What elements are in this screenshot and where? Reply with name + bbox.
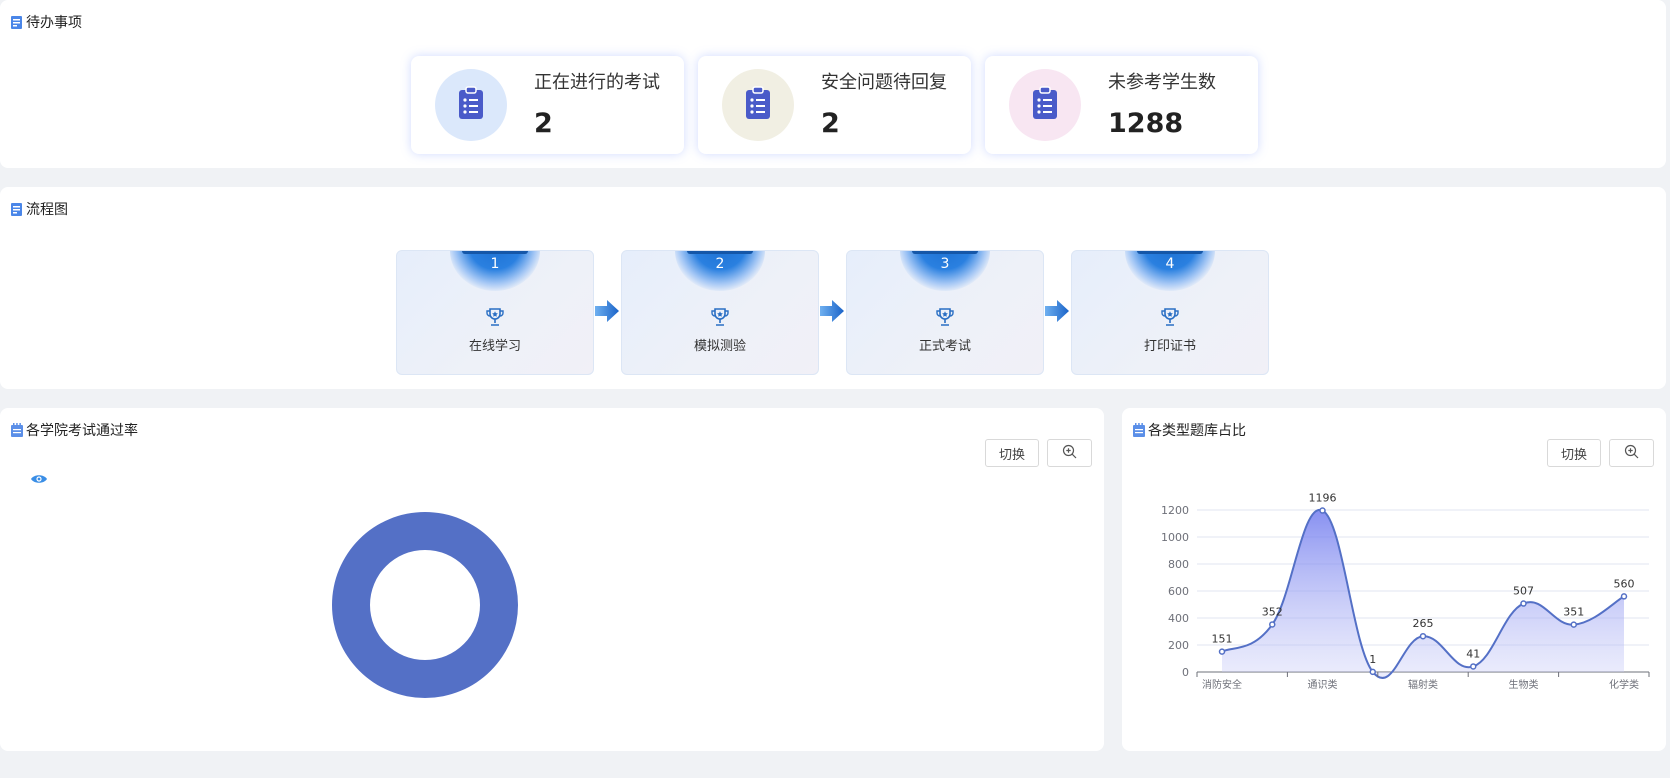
bank-ratio-section-title: 各类型题库占比 (1132, 420, 1246, 440)
x-tick-label: 消防安全 (1202, 678, 1242, 691)
arrow-right-icon (1045, 300, 1069, 326)
data-point[interactable] (1269, 621, 1276, 628)
clipboard-icon (745, 86, 771, 124)
flow-step-4[interactable]: 4 打印证书 (1071, 250, 1269, 375)
data-label: 351 (1563, 606, 1584, 619)
step-tab (1137, 251, 1203, 254)
notepad-icon (10, 422, 24, 438)
trophy-icon (710, 307, 730, 331)
y-tick-label: 600 (1168, 585, 1189, 598)
data-label: 507 (1513, 585, 1534, 598)
pass-rate-donut-chart (332, 512, 518, 698)
bank-ratio-panel: 各类型题库占比 切换 0 200 400 600 800 1000 1200 151 352 11… (1122, 408, 1666, 751)
bank-ratio-title: 各类型题库占比 (1148, 423, 1246, 439)
y-tick-label: 1200 (1161, 504, 1189, 517)
flow-step-2[interactable]: 2 模拟测验 (621, 250, 819, 375)
todo-card-label: 安全问题待回复 (821, 72, 947, 93)
todo-card-safety-replies[interactable]: 安全问题待回复 2 (698, 56, 971, 154)
todo-title: 待办事项 (26, 15, 82, 31)
todo-card-ongoing-exams[interactable]: 正在进行的考试 2 (411, 56, 684, 154)
todo-card-absent-students[interactable]: 未参考学生数 1288 (985, 56, 1258, 154)
step-number: 2 (715, 256, 725, 272)
step-tab (462, 251, 528, 254)
notepad-icon (1132, 422, 1146, 438)
todo-panel: 待办事项 正在进行的考试 2 安全问题待回复 2 未参考学生数 1288 (0, 0, 1666, 168)
y-tick-label: 200 (1168, 639, 1189, 652)
data-point[interactable] (1218, 648, 1226, 655)
data-point[interactable] (1470, 663, 1477, 670)
data-label: 265 (1413, 617, 1434, 630)
x-tick-label: 辐射类 (1408, 678, 1438, 691)
todo-icon-circle (435, 69, 507, 141)
data-point[interactable] (1319, 507, 1326, 514)
x-tick-label: 通识类 (1308, 678, 1338, 691)
list-doc-icon (10, 202, 24, 217)
step-label: 模拟测验 (693, 339, 746, 354)
data-label: 560 (1614, 577, 1635, 590)
flow-section-title: 流程图 (10, 199, 68, 219)
arrow-right-icon (820, 300, 844, 326)
trophy-icon (485, 307, 505, 331)
todo-card-label: 正在进行的考试 (534, 72, 660, 93)
flow-step-3[interactable]: 3 正式考试 (846, 250, 1044, 375)
step-label: 在线学习 (468, 339, 521, 354)
data-label: 41 (1466, 647, 1480, 660)
flow-panel: 流程图 (0, 187, 1666, 389)
pass-rate-section-title: 各学院考试通过率 (10, 420, 138, 440)
zoom-in-icon (1062, 444, 1077, 463)
data-point[interactable] (1369, 668, 1376, 676)
todo-card-value: 2 (534, 108, 553, 139)
data-label: 1 (1369, 653, 1376, 666)
donut-slice[interactable] (332, 512, 518, 698)
zoom-button[interactable] (1609, 439, 1654, 467)
pass-rate-title: 各学院考试通过率 (26, 423, 138, 439)
switch-button[interactable]: 切换 (1547, 439, 1601, 467)
flow-title: 流程图 (26, 202, 68, 218)
step-label: 打印证书 (1143, 339, 1196, 354)
todo-section-title: 待办事项 (10, 12, 82, 32)
y-tick-label: 800 (1168, 558, 1189, 571)
area-fill (1222, 509, 1624, 679)
y-tick-label: 1000 (1161, 531, 1189, 544)
todo-card-value: 2 (821, 108, 840, 139)
data-point[interactable] (1570, 621, 1577, 628)
bank-ratio-area-chart: 0 200 400 600 800 1000 1200 151 352 1196 1 265 41 507… (1161, 492, 1650, 691)
switch-button-label: 切换 (998, 447, 1025, 463)
zoom-button[interactable] (1047, 439, 1092, 467)
arrow-right-icon (595, 300, 619, 326)
step-tab (912, 251, 978, 254)
step-number: 4 (1165, 256, 1175, 272)
todo-icon-circle (722, 69, 794, 141)
clipboard-icon (1032, 86, 1058, 124)
todo-icon-circle (1009, 69, 1081, 141)
step-label: 正式考试 (918, 339, 971, 354)
data-label: 151 (1212, 633, 1233, 646)
x-tick-label: 化学类 (1609, 678, 1639, 691)
step-number: 3 (940, 256, 950, 272)
y-tick-label: 0 (1182, 666, 1189, 679)
data-point[interactable] (1520, 600, 1527, 607)
data-label: 1196 (1309, 492, 1337, 505)
trophy-icon (935, 307, 955, 331)
data-label: 352 (1262, 605, 1283, 618)
switch-button[interactable]: 切换 (985, 439, 1039, 467)
flow-step-1[interactable]: 1 在线学习 (396, 250, 594, 375)
list-doc-icon (10, 15, 24, 30)
pass-rate-panel: 各学院考试通过率 切换 (0, 408, 1104, 751)
switch-button-label: 切换 (1560, 447, 1587, 463)
step-tab (687, 251, 753, 254)
x-tick-label: 生物类 (1509, 678, 1539, 691)
trophy-icon (1160, 307, 1180, 331)
todo-card-label: 未参考学生数 (1108, 72, 1216, 93)
eye-icon[interactable] (30, 470, 48, 489)
todo-card-value: 1288 (1108, 108, 1184, 139)
clipboard-icon (458, 86, 484, 124)
y-tick-label: 400 (1168, 612, 1189, 625)
data-point[interactable] (1620, 593, 1628, 600)
data-point[interactable] (1419, 632, 1427, 640)
zoom-in-icon (1624, 444, 1639, 463)
step-number: 1 (490, 256, 500, 272)
